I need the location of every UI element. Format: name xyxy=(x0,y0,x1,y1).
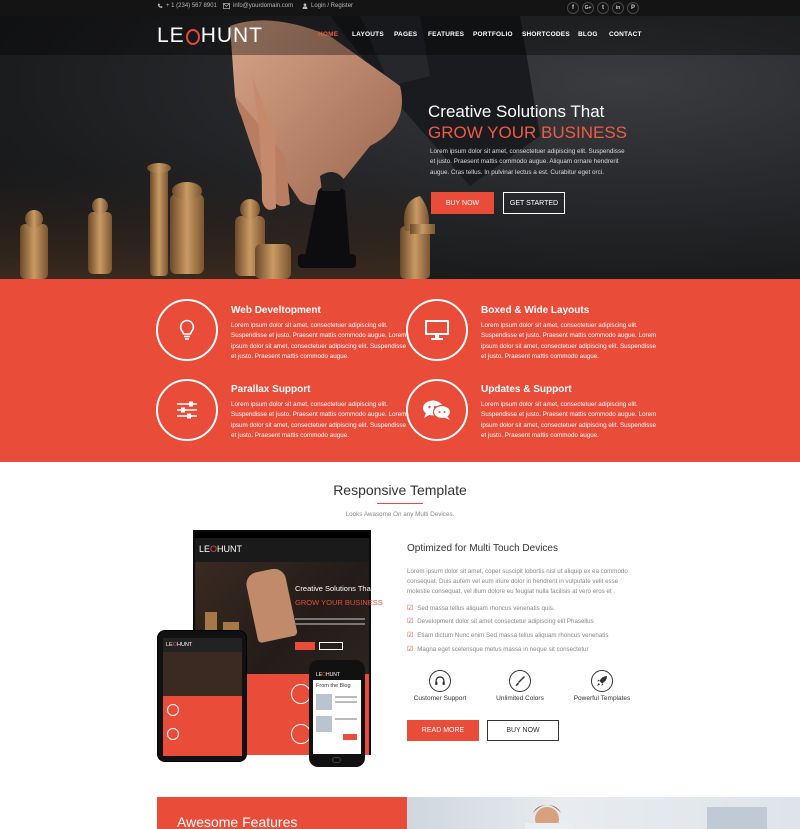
google-plus-icon[interactable]: G+ xyxy=(582,2,594,14)
feature-text: Lorem ipsum dolor sit amet, consectetuer… xyxy=(231,322,407,360)
unlimited-colors-badge xyxy=(509,670,531,692)
features-section: Web Develtopment Lorem ipsum dolor sit a… xyxy=(0,279,800,462)
checkbox-icon: ☑ xyxy=(407,605,414,612)
badge-label: Powerful Templates xyxy=(573,695,631,702)
hero-description: Lorem ipsum dolor sit amet, consectetuer… xyxy=(430,148,625,176)
phone-icon xyxy=(157,3,163,8)
envelope-icon xyxy=(223,3,230,9)
badge-label: Customer Support xyxy=(413,695,467,702)
feature-title: Boxed & Wide Layouts xyxy=(481,305,590,316)
user-icon xyxy=(302,3,308,9)
section-divider xyxy=(377,503,423,504)
mockup-hero-title: Creative Solutions That xyxy=(295,584,373,593)
email-text[interactable]: info@yourdomain.com xyxy=(233,3,293,9)
feature-parallax-circle xyxy=(156,379,218,441)
devices-mockup-image: LEOHUNT Creative Solutions That GROW YOU… xyxy=(155,530,383,770)
logo-text-left: LE xyxy=(157,24,185,47)
feature-text: Lorem ipsum dolor sit amet, consectetuer… xyxy=(231,401,407,439)
nav-portfolio[interactable]: PORTFOLIO xyxy=(473,31,513,38)
phone-text: + 1 (234) 567 8901 xyxy=(166,3,217,9)
feature-updates-circle xyxy=(406,379,468,441)
logo-ring-icon xyxy=(185,29,200,45)
team-photo xyxy=(407,797,800,829)
phone-blog-heading: From the Blog xyxy=(316,683,351,689)
top-bar: + 1 (234) 567 8901 info@yourdomain.com L… xyxy=(0,0,800,16)
nav-blog[interactable]: BLOG xyxy=(578,31,598,38)
powerful-templates-badge xyxy=(591,670,613,692)
hero-get-started-button[interactable]: GET STARTED xyxy=(503,192,565,214)
chat-icon xyxy=(423,400,452,420)
facebook-icon[interactable]: f xyxy=(567,2,579,14)
feature-title: Parallax Support xyxy=(231,384,311,395)
tablet-device: LEOHUNT xyxy=(157,630,247,762)
nav-pages[interactable]: PAGES xyxy=(394,31,417,38)
feature-text: Lorem ipsum dolor sit amet, consectetuer… xyxy=(481,401,657,439)
nav-contact[interactable]: CONTACT xyxy=(609,31,642,38)
hero-title: Creative Solutions That xyxy=(428,102,605,121)
sliders-icon xyxy=(177,401,197,419)
email-info[interactable]: info@yourdomain.com xyxy=(223,3,293,9)
headset-icon xyxy=(435,676,445,685)
login-text[interactable]: Login / Register xyxy=(311,3,353,9)
checkbox-icon: ☑ xyxy=(407,618,414,625)
twitter-icon[interactable]: t xyxy=(597,2,609,14)
optimized-description: Lorem ipsum dolor sit amet, coper suscip… xyxy=(407,568,628,596)
feature-title: Web Develtopment xyxy=(231,305,321,316)
monitor-icon xyxy=(425,320,449,340)
checklist-item: ☑ Development dolor sit amet consectetur … xyxy=(407,617,594,626)
checklist-item: ☑ Sed massa tellus aliquam rhoncus venena… xyxy=(407,604,555,613)
feature-layouts-circle xyxy=(406,299,468,361)
section-subtitle: Looks Awasome On any Multi Devices. xyxy=(345,511,455,518)
feature-text: Lorem ipsum dolor sit amet, consectetuer… xyxy=(481,322,657,360)
awesome-features-title: Awesome Features xyxy=(177,814,298,829)
buy-now-button[interactable]: BUY NOW xyxy=(487,720,559,741)
hero-subtitle: GROW YOUR BUSINESS xyxy=(428,123,627,142)
site-logo[interactable]: LE HUNT xyxy=(157,24,263,48)
optimized-title: Optimized for Multi Touch Devices xyxy=(407,543,558,554)
people-image xyxy=(525,805,767,829)
read-more-button[interactable]: READ MORE xyxy=(407,720,479,741)
logo-text-right: HUNT xyxy=(200,24,264,47)
hero-chess-image xyxy=(0,16,540,279)
badge-label: Unlimited Colors xyxy=(496,695,544,702)
mockup-logo: LEOHUNT xyxy=(199,544,243,554)
section-title: Responsive Template xyxy=(333,482,467,498)
linkedin-icon[interactable]: in xyxy=(612,2,624,14)
checkbox-icon: ☑ xyxy=(407,646,414,653)
mockup-hero-subtitle: GROW YOUR BUSINESS xyxy=(295,598,383,607)
hero-buy-now-button[interactable]: BUY NOW xyxy=(431,192,494,214)
checklist-item: ☑ Magna eget scelerisque metus massa in n… xyxy=(407,645,589,654)
feature-title: Updates & Support xyxy=(481,384,572,395)
brush-icon xyxy=(515,676,525,686)
lightbulb-icon xyxy=(179,319,195,340)
nav-features[interactable]: FEATURES xyxy=(428,31,464,38)
hero-section: LE HUNT HOME LAYOUTS PAGES FEATURES PORTF… xyxy=(0,16,800,279)
phone-info: + 1 (234) 567 8901 xyxy=(157,3,217,9)
nav-home[interactable]: HOME xyxy=(318,31,338,38)
customer-support-badge xyxy=(429,670,451,692)
feature-web-circle xyxy=(156,299,218,361)
nav-layouts[interactable]: LAYOUTS xyxy=(352,31,384,38)
checkbox-icon: ☑ xyxy=(407,632,414,639)
checklist-item: ☑ Etiam dictum Nunc enim Sed massa tellus… xyxy=(407,631,609,640)
main-navbar: LE HUNT HOME LAYOUTS PAGES FEATURES PORTF… xyxy=(0,16,800,55)
phone-device: LEOHUNT From the Blog xyxy=(309,660,365,767)
nav-shortcodes[interactable]: SHORTCODES xyxy=(522,31,570,38)
rocket-icon xyxy=(597,676,607,686)
pinterest-icon[interactable]: P xyxy=(627,2,639,14)
login-register-link[interactable]: Login / Register xyxy=(302,3,353,9)
